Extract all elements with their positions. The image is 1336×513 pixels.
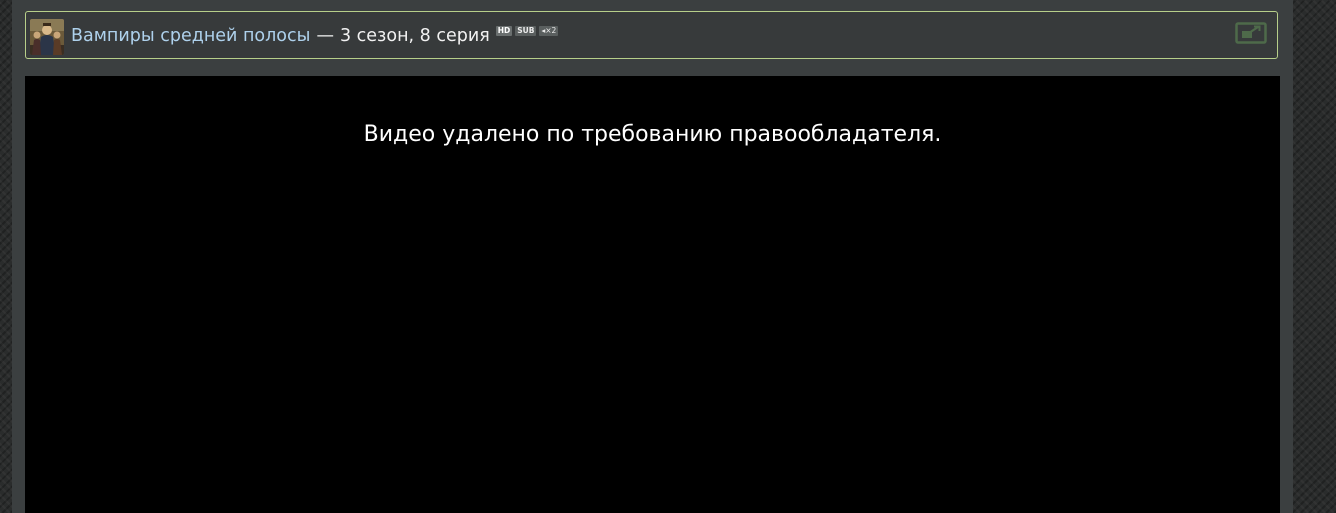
title-separator: —: [316, 26, 334, 46]
show-title-link[interactable]: Вампиры средней полосы: [71, 26, 310, 46]
expand-window-icon[interactable]: [1235, 22, 1267, 46]
episode-header: Вампиры средней полосы — 3 сезон, 8 сери…: [25, 11, 1278, 59]
voiceover-badge: ◂×2: [539, 26, 559, 36]
quality-badges: HD SUB ◂×2: [495, 26, 559, 36]
hd-badge: HD: [495, 26, 513, 36]
episode-title-line: Вампиры средней полосы — 3 сезон, 8 сери…: [71, 12, 559, 60]
show-poster-icon[interactable]: [30, 19, 64, 55]
video-removed-message: Видео удалено по требованию правообладат…: [363, 122, 942, 147]
episode-label: 3 сезон, 8 серия: [339, 26, 490, 46]
subtitles-badge: SUB: [515, 26, 537, 36]
video-player[interactable]: Видео удалено по требованию правообладат…: [25, 76, 1280, 513]
